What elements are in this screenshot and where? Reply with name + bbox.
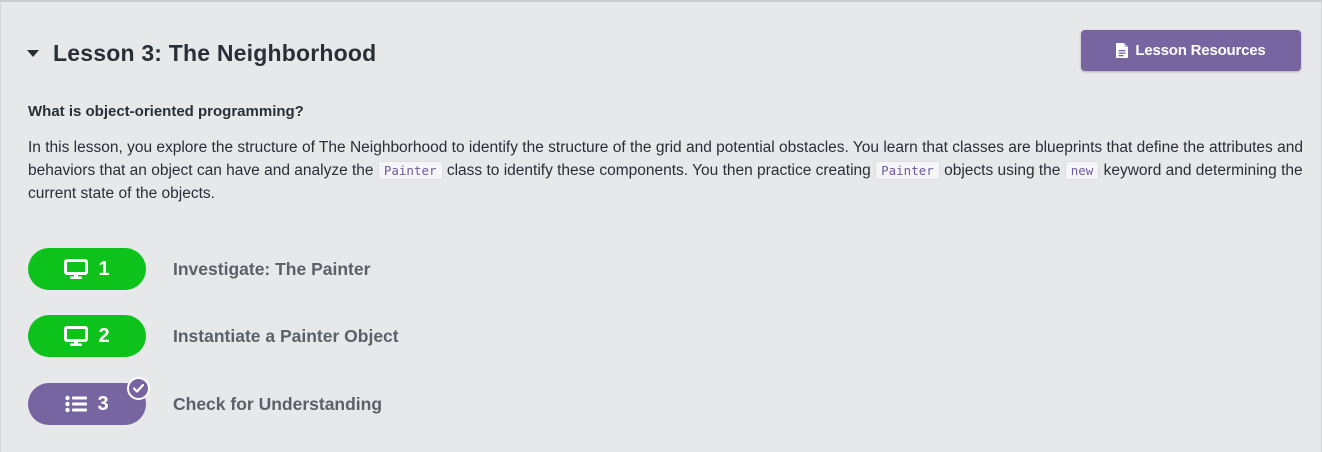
monitor-icon [64,259,89,279]
lesson-description: In this lesson, you explore the structur… [28,136,1308,205]
lesson-panel: Lesson 3: The Neighborhood Lesson Resour… [0,0,1322,452]
activity-pill-1[interactable]: 1 [28,248,146,290]
activity-title[interactable]: Instantiate a Painter Object [173,326,399,347]
activity-title[interactable]: Check for Understanding [173,394,382,415]
lesson-question: What is object-oriented programming? [28,103,304,120]
description-text-2: class to identify these components. You … [442,162,876,179]
caret-down-icon[interactable] [27,49,39,57]
activity-number: 3 [97,392,109,415]
lesson-title: Lesson 3: The Neighborhood [53,39,377,66]
lesson-resources-button[interactable]: Lesson Resources [1081,30,1301,71]
activity-title[interactable]: Investigate: The Painter [173,259,370,280]
list-icon [65,395,88,413]
lesson-header-toggle[interactable]: Lesson 3: The Neighborhood [27,36,376,70]
activity-pill-3[interactable]: 3 [28,377,150,425]
activity-item-2[interactable]: 2 Instantiate a Painter Object [28,315,399,357]
activity-number: 2 [98,324,110,347]
code-painter-2: Painter [875,161,940,180]
description-text-3: objects using the [939,162,1065,179]
code-new: new [1064,161,1100,180]
lesson-resources-label: Lesson Resources [1135,42,1266,59]
activity-pill-2[interactable]: 2 [28,315,146,357]
activity-item-3[interactable]: 3 Check for Understanding [28,377,382,425]
checkmark-badge-icon [127,377,150,400]
code-painter-1: Painter [377,161,443,180]
activity-number: 1 [98,257,110,280]
monitor-icon [64,326,89,346]
document-icon [1116,43,1129,58]
activity-item-1[interactable]: 1 Investigate: The Painter [28,248,370,290]
